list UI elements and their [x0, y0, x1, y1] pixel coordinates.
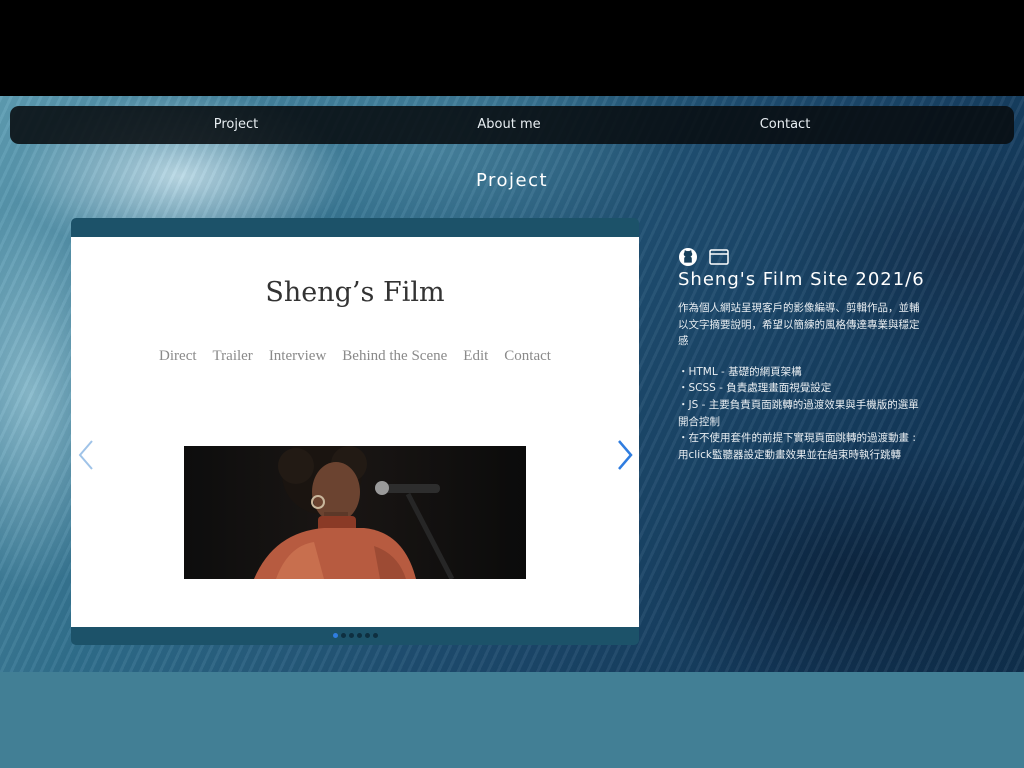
bottom-band: [0, 672, 1024, 768]
nav-item-contact[interactable]: Contact: [760, 106, 811, 144]
preview-menu-direct[interactable]: Direct: [159, 348, 196, 365]
browser-window-icon[interactable]: [709, 248, 729, 270]
nav-item-about-me[interactable]: About me: [477, 106, 540, 144]
carousel-dot[interactable]: [340, 633, 346, 638]
section-title: Project: [475, 170, 549, 191]
carousel-dots: [71, 630, 639, 638]
carousel-dot[interactable]: [372, 633, 378, 638]
browser-window-icon-graphic: [709, 249, 729, 265]
project-preview-card: Sheng’s Film Direct Trailer Interview Behin…: [71, 218, 639, 645]
carousel-next-arrow[interactable]: [613, 435, 637, 475]
feature-item-transition: ・在不使用套件的前提下實現頁面跳轉的過渡動畫 : 用click監聽器設定動畫效果…: [678, 432, 916, 462]
project-links: [678, 247, 928, 267]
preview-site-title: Sheng’s Film: [265, 277, 445, 308]
carousel-dot[interactable]: [356, 633, 362, 638]
carousel-dot[interactable]: [364, 633, 370, 638]
top-letterbox: [0, 0, 1024, 96]
preview-site-menu: Direct Trailer Interview Behind the Scene Ed…: [71, 348, 639, 365]
chevron-right-icon: [618, 440, 633, 470]
feature-item-html: ・HTML - 基礎的網頁架構: [678, 365, 802, 378]
github-icon-graphic: [679, 248, 697, 266]
chevron-left-icon: [78, 440, 93, 470]
feature-item-scss: ・SCSS - 負責處理畫面視覺設定: [678, 382, 832, 395]
feature-list: ・HTML - 基礎的網頁架構 ・SCSS - 負責處理畫面視覺設定 ・JS -…: [678, 364, 928, 464]
project-description: 作為個人網站呈現客戶的影像編導、剪輯作品，並輔以文字摘要說明，希望以簡練的風格傳…: [678, 302, 920, 347]
singer-photo: [184, 446, 526, 579]
project-title: Sheng's Film Site 2021/6: [678, 269, 925, 290]
singer-photo-illustration: [254, 446, 455, 579]
top-navbar: Project About me Contact: [10, 106, 1014, 144]
preview-menu-behind-the-scene[interactable]: Behind the Scene: [342, 348, 447, 365]
preview-menu-interview[interactable]: Interview: [269, 348, 326, 365]
carousel-prev-arrow[interactable]: [74, 435, 98, 475]
preview-menu-trailer[interactable]: Trailer: [213, 348, 253, 365]
preview-menu-edit[interactable]: Edit: [463, 348, 488, 365]
nav-item-project[interactable]: Project: [214, 106, 258, 144]
feature-item-js: ・JS - 主要負責頁面跳轉的過渡效果與手機版的選單開合控制: [678, 398, 919, 428]
carousel-dot[interactable]: [348, 633, 354, 638]
preview-menu-contact[interactable]: Contact: [504, 348, 551, 365]
github-icon[interactable]: [678, 247, 698, 271]
preview-screenshot: Sheng’s Film Direct Trailer Interview Behin…: [71, 237, 639, 627]
carousel-dot[interactable]: [332, 633, 338, 638]
project-info: Sheng's Film Site 2021/6 作為個人網站呈現客戶的影像編導…: [678, 247, 928, 464]
